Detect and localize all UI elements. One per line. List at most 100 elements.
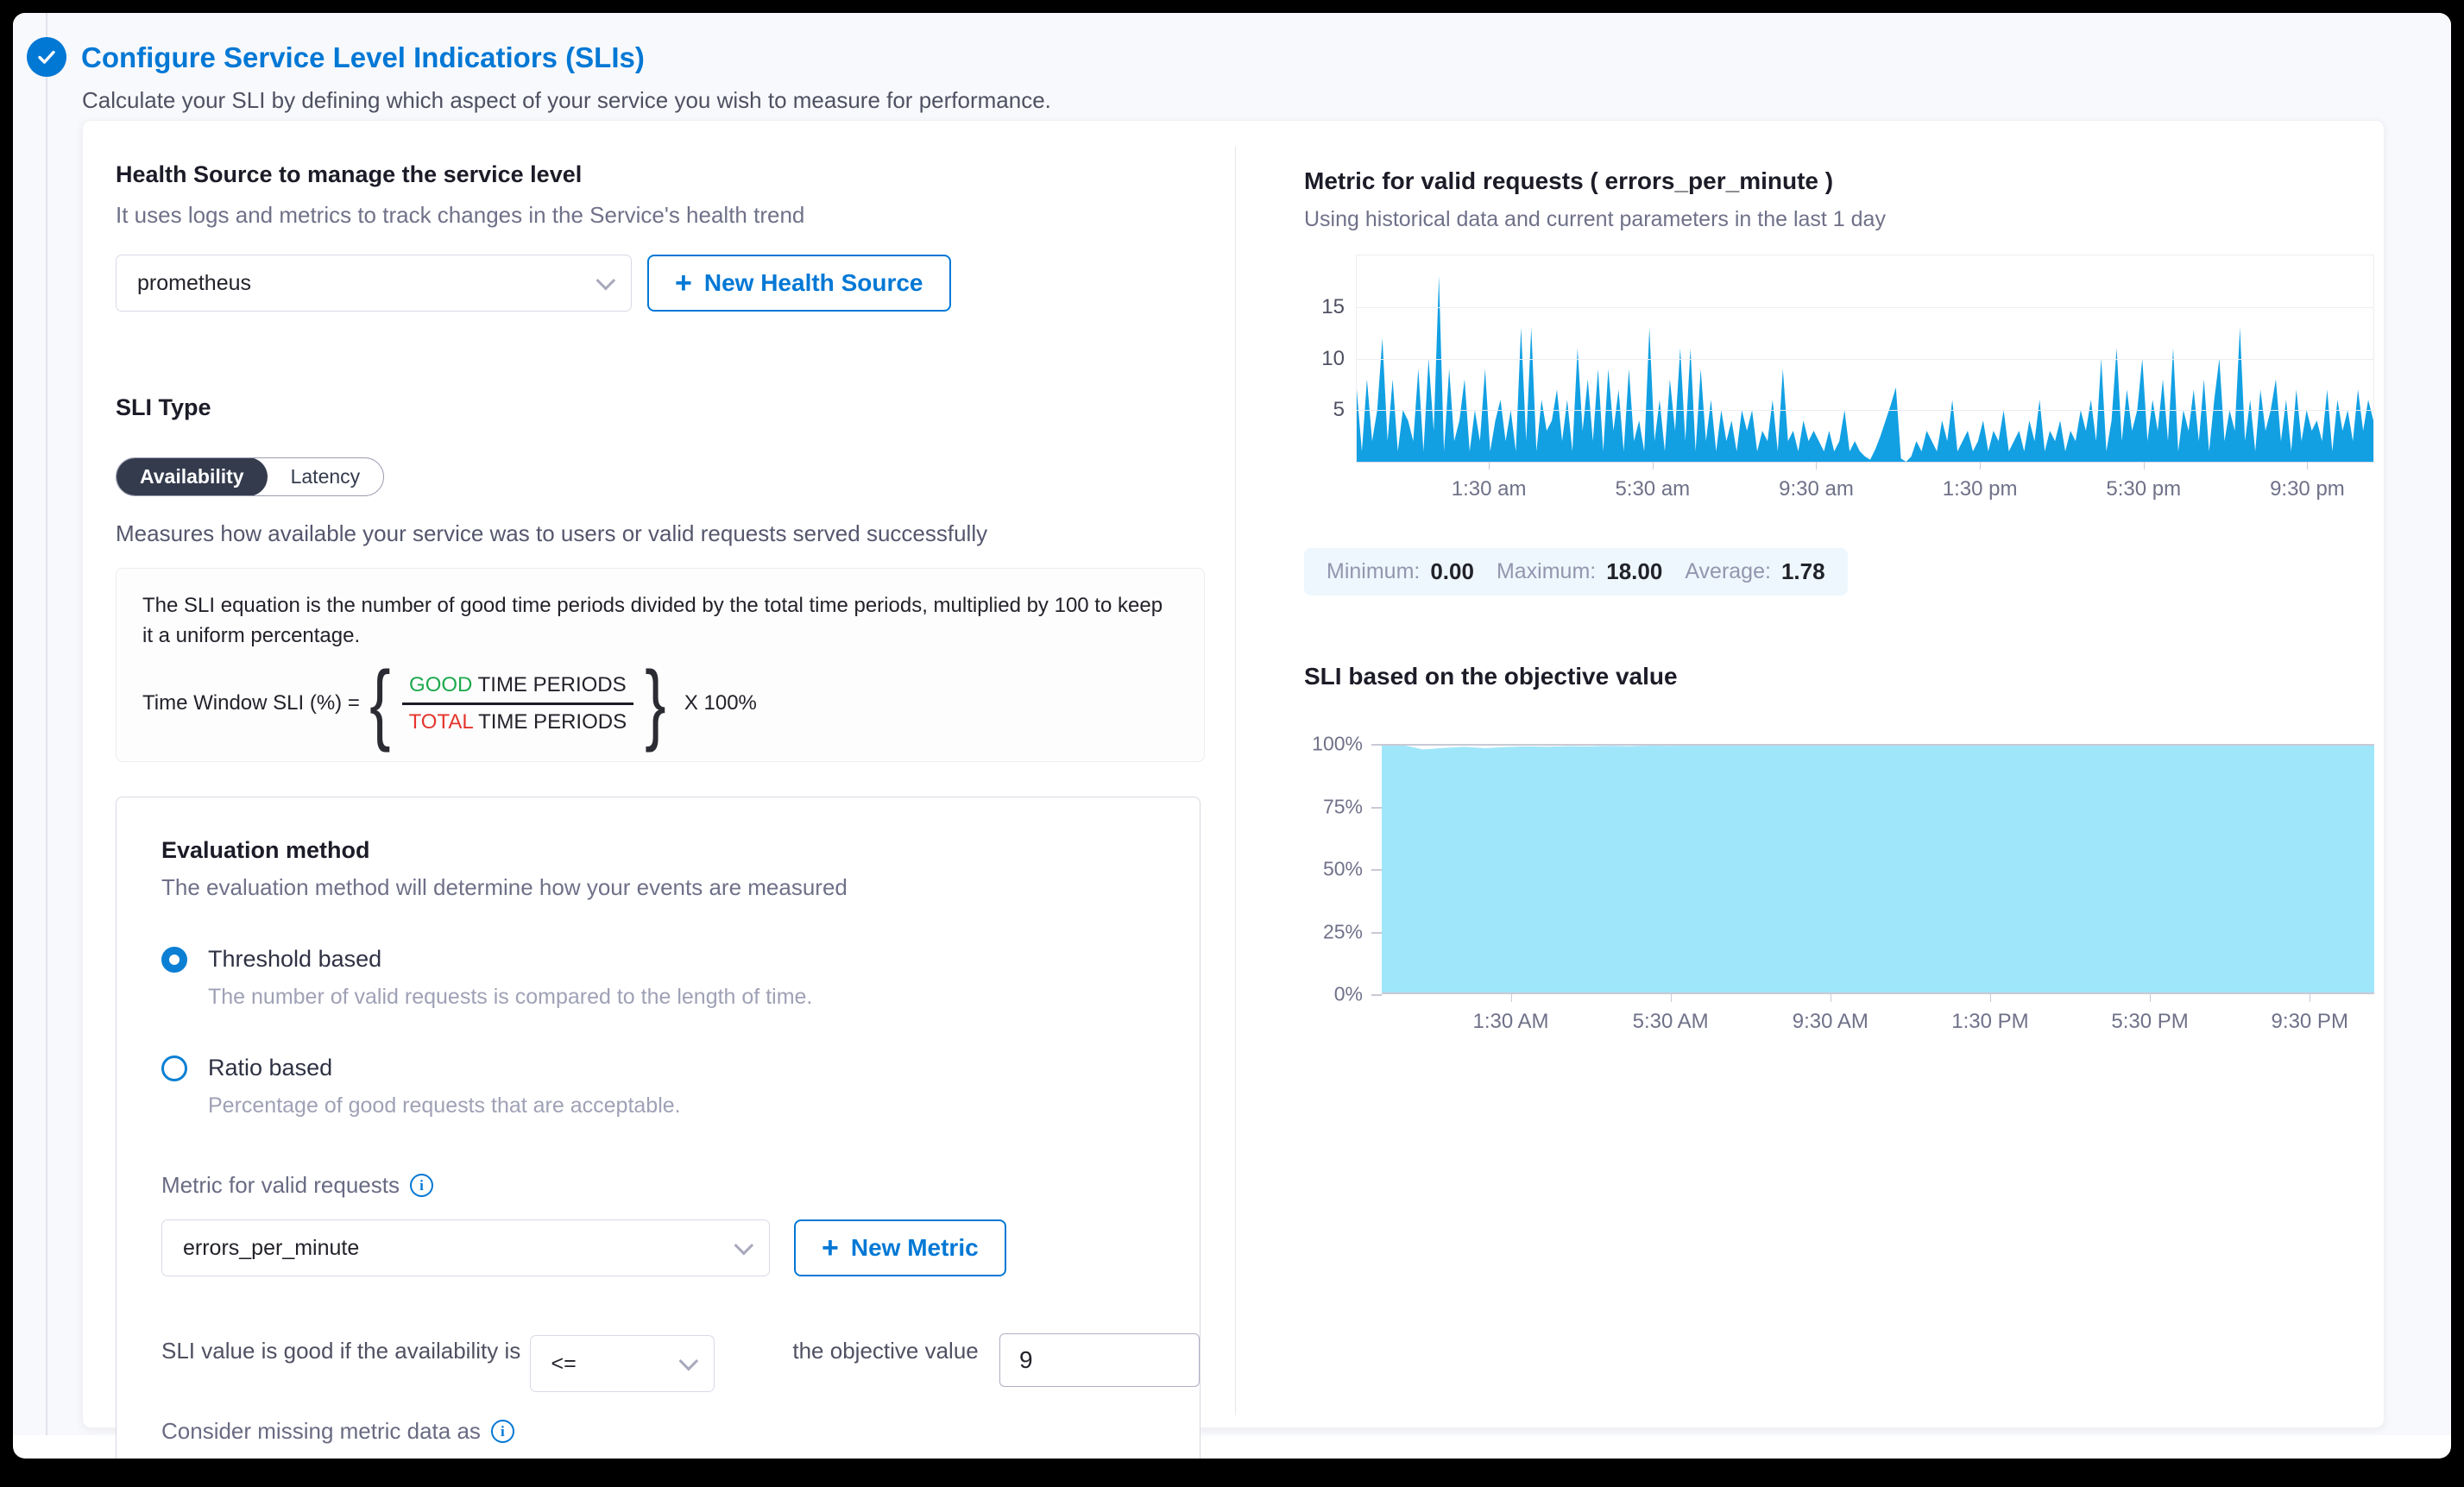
- y-axis-tick: [1371, 744, 1382, 746]
- right-column: Metric for valid requests ( errors_per_m…: [1304, 121, 2374, 1037]
- x-axis-label: 1:30 AM: [1472, 1010, 1548, 1034]
- sli-chart-heading: SLI based on the objective value: [1304, 663, 2374, 690]
- column-divider: [1235, 147, 1236, 1415]
- app-window: Configure Service Level Indicatiors (SLI…: [13, 13, 2451, 1459]
- threshold-based-option[interactable]: Threshold based: [161, 946, 1200, 973]
- plus-icon: +: [675, 268, 692, 298]
- x-axis-tick: [2307, 462, 2308, 469]
- new-health-source-button[interactable]: + New Health Source: [647, 255, 951, 312]
- metric-chart: 510151:30 am5:30 am9:30 am1:30 pm5:30 pm…: [1304, 255, 2374, 514]
- x-axis-tick: [1990, 994, 1991, 1002]
- evaluation-subheading: The evaluation method will determine how…: [161, 874, 1200, 901]
- radio-selected-icon[interactable]: [161, 947, 187, 973]
- radio-unselected-icon[interactable]: [161, 1055, 187, 1081]
- sli-type-description: Measures how available your service was …: [116, 520, 1205, 547]
- metric-selected-value: errors_per_minute: [183, 1236, 359, 1261]
- x-axis-label: 9:30 PM: [2272, 1010, 2348, 1034]
- comparator-select[interactable]: <=: [530, 1335, 715, 1392]
- health-source-selected-value: prometheus: [137, 271, 251, 296]
- sli-equation-box: The SLI equation is the number of good t…: [116, 568, 1205, 762]
- sli-chart: 0%25%50%75%100%1:30 AM5:30 AM9:30 AM1:30…: [1304, 744, 2374, 1037]
- ratio-based-option[interactable]: Ratio based: [161, 1055, 1200, 1081]
- x-axis-tick: [1980, 462, 1981, 469]
- y-axis-tick: [1371, 994, 1382, 996]
- gridline: [1357, 359, 2373, 360]
- metric-select[interactable]: errors_per_minute: [161, 1219, 770, 1276]
- new-metric-button[interactable]: + New Metric: [794, 1219, 1006, 1276]
- chevron-down-icon: [734, 1236, 754, 1256]
- sli-good-if-label: SLI value is good if the availability is: [161, 1333, 530, 1370]
- x-axis-tick: [1511, 994, 1512, 1002]
- y-axis-tick: [1371, 807, 1382, 809]
- stepper-line: [46, 13, 47, 1435]
- info-icon[interactable]: i: [491, 1420, 514, 1443]
- x-axis-label: 5:30 PM: [2111, 1010, 2188, 1034]
- equation-suffix: X 100%: [684, 691, 757, 715]
- x-axis-line: [1382, 992, 2374, 994]
- y-axis-tick: [1371, 869, 1382, 871]
- page-subtitle: Calculate your SLI by defining which asp…: [82, 87, 1051, 114]
- health-source-heading: Health Source to manage the service leve…: [116, 161, 1205, 188]
- sli-chart-plot: 0%25%50%75%100%1:30 AM5:30 AM9:30 AM1:30…: [1382, 744, 2374, 994]
- sli-config-card: Health Source to manage the service leve…: [82, 120, 2385, 1428]
- y-axis-label: 25%: [1323, 920, 1363, 943]
- info-icon[interactable]: i: [410, 1174, 433, 1197]
- y-axis-label: 15: [1321, 295, 1345, 319]
- health-source-subheading: It uses logs and metrics to track change…: [116, 202, 1205, 229]
- left-brace: {: [369, 664, 390, 745]
- x-axis-label: 1:30 PM: [1951, 1010, 2028, 1034]
- x-axis-tick: [2150, 994, 2151, 1002]
- y-axis-label: 10: [1321, 347, 1345, 371]
- sli-type-heading: SLI Type: [116, 394, 1205, 421]
- total-term: TOTAL: [409, 710, 473, 734]
- gridline-100: [1382, 744, 2374, 746]
- average-label: Average:: [1685, 559, 1771, 584]
- x-axis-label: 9:30 am: [1779, 477, 1854, 501]
- x-axis-label: 9:30 pm: [2270, 477, 2345, 501]
- metric-for-valid-requests-label: Metric for valid requests: [161, 1172, 400, 1199]
- sli-equation-paragraph: The SLI equation is the number of good t…: [142, 591, 1169, 652]
- minimum-label: Minimum:: [1327, 559, 1420, 584]
- chevron-down-icon: [679, 1352, 699, 1371]
- y-axis-label: 100%: [1312, 733, 1363, 756]
- x-axis-tick: [1671, 994, 1672, 1002]
- sli-type-toggle: Availability Latency: [116, 457, 384, 496]
- metric-chart-heading: Metric for valid requests ( errors_per_m…: [1304, 167, 2374, 195]
- x-axis-label: 5:30 AM: [1633, 1010, 1709, 1034]
- x-axis-tick: [1489, 462, 1490, 469]
- ratio-based-description: Percentage of good requests that are acc…: [208, 1093, 1200, 1118]
- x-axis-label: 5:30 pm: [2106, 477, 2181, 501]
- x-axis-label: 9:30 AM: [1793, 1010, 1868, 1034]
- tab-availability[interactable]: Availability: [117, 457, 268, 496]
- y-axis-tick: [1371, 932, 1382, 934]
- objective-value-input[interactable]: [999, 1333, 1200, 1387]
- missing-data-label: Consider missing metric data as: [161, 1418, 481, 1445]
- gridline: [1357, 410, 2373, 411]
- gridline: [1357, 307, 2373, 308]
- x-axis-label: 1:30 pm: [1943, 477, 2018, 501]
- sli-equation: Time Window SLI (%) = { GOOD TIME PERIOD…: [142, 664, 1178, 745]
- metric-chart-subheading: Using historical data and current parame…: [1304, 207, 2374, 232]
- page-title: Configure Service Level Indicatiors (SLI…: [81, 41, 645, 74]
- left-column: Health Source to manage the service leve…: [116, 121, 1205, 1459]
- maximum-value: 18.00: [1606, 558, 1662, 585]
- average-value: 1.78: [1781, 558, 1825, 585]
- metric-stats-bar: Minimum: 0.00 Maximum: 18.00 Average: 1.…: [1304, 548, 1848, 595]
- evaluation-heading: Evaluation method: [161, 837, 1200, 864]
- maximum-label: Maximum:: [1497, 559, 1596, 584]
- objective-value-label: the objective value: [792, 1333, 999, 1370]
- x-axis-label: 1:30 am: [1452, 477, 1527, 501]
- slo-configuration-page: Configure Service Level Indicatiors (SLI…: [13, 13, 2451, 1435]
- x-axis-tick: [1653, 462, 1654, 469]
- evaluation-method-card: Evaluation method The evaluation method …: [116, 797, 1200, 1459]
- metric-chart-plot: 510151:30 am5:30 am9:30 am1:30 pm5:30 pm…: [1356, 255, 2374, 463]
- health-source-select[interactable]: prometheus: [116, 255, 632, 312]
- y-axis-label: 50%: [1323, 858, 1363, 881]
- minimum-value: 0.00: [1430, 558, 1474, 585]
- y-axis-label: 75%: [1323, 795, 1363, 818]
- tab-latency[interactable]: Latency: [268, 457, 384, 496]
- equation-prefix: Time Window SLI (%) =: [142, 691, 360, 715]
- right-brace: }: [645, 664, 665, 745]
- threshold-based-description: The number of valid requests is compared…: [208, 985, 1200, 1010]
- equation-fraction: GOOD TIME PERIODS TOTAL TIME PERIODS: [402, 671, 634, 736]
